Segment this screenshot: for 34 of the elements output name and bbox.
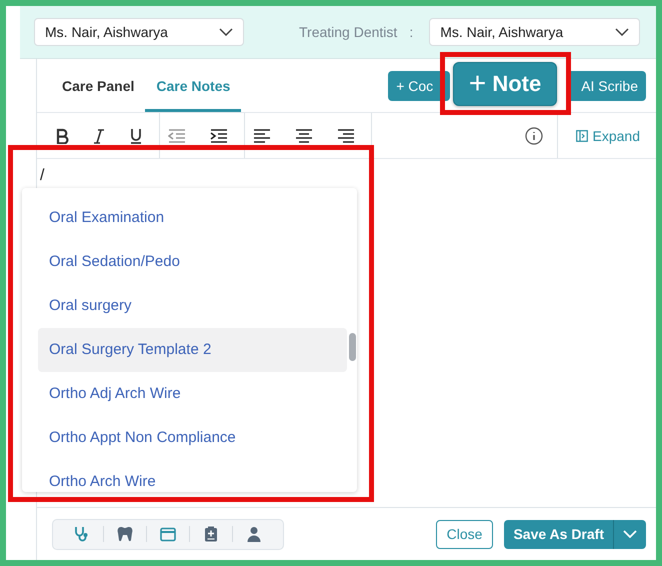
close-button[interactable]: Close — [436, 520, 494, 548]
tab[interactable]: Care Notes — [145, 59, 242, 112]
template-option[interactable]: Ortho Appt Non Compliance — [38, 416, 347, 460]
separator-colon: : — [409, 24, 414, 40]
outdent-icon[interactable] — [168, 128, 186, 142]
treating-dentist-select[interactable]: Ms. Nair, Aishwarya — [429, 18, 640, 46]
template-option[interactable]: Oral Sedation/Pedo — [38, 240, 347, 284]
template-option[interactable]: Ortho Arch Wire — [38, 460, 347, 492]
sidebar-expand-icon — [576, 130, 588, 142]
bold-icon[interactable] — [55, 128, 69, 144]
template-option[interactable]: Oral Examination — [38, 196, 347, 240]
add-code-button[interactable]: + Coc — [388, 70, 450, 100]
info-icon[interactable] — [524, 126, 543, 144]
save-as-draft-button[interactable]: Save As Draft — [504, 520, 614, 548]
chevron-down-icon — [219, 28, 233, 36]
align-right-icon[interactable] — [337, 128, 355, 142]
chevron-down-icon — [623, 530, 637, 538]
editor-text[interactable]: / — [40, 167, 44, 184]
template-option[interactable]: Oral Surgery Template 2 — [38, 328, 347, 372]
treating-dentist-label: Treating Dentist — [299, 24, 398, 40]
tab[interactable]: Care Panel — [51, 59, 146, 112]
expand-button[interactable]: Expand — [556, 113, 656, 158]
scrollbar-thumb[interactable] — [349, 333, 356, 361]
template-option[interactable]: Ortho Adj Arch Wire — [38, 372, 347, 416]
provider-select[interactable]: Ms. Nair, Aishwarya — [34, 18, 244, 46]
underline-icon[interactable] — [129, 128, 143, 144]
save-options-button[interactable] — [614, 520, 646, 548]
add-note-button[interactable]: + Note — [453, 62, 557, 106]
chevron-down-icon — [615, 28, 630, 36]
align-left-icon[interactable] — [253, 128, 271, 142]
indent-icon[interactable] — [210, 128, 228, 142]
template-option[interactable]: Oral surgery — [38, 284, 347, 328]
align-center-icon[interactable] — [295, 128, 313, 142]
italic-icon[interactable] — [93, 128, 105, 144]
